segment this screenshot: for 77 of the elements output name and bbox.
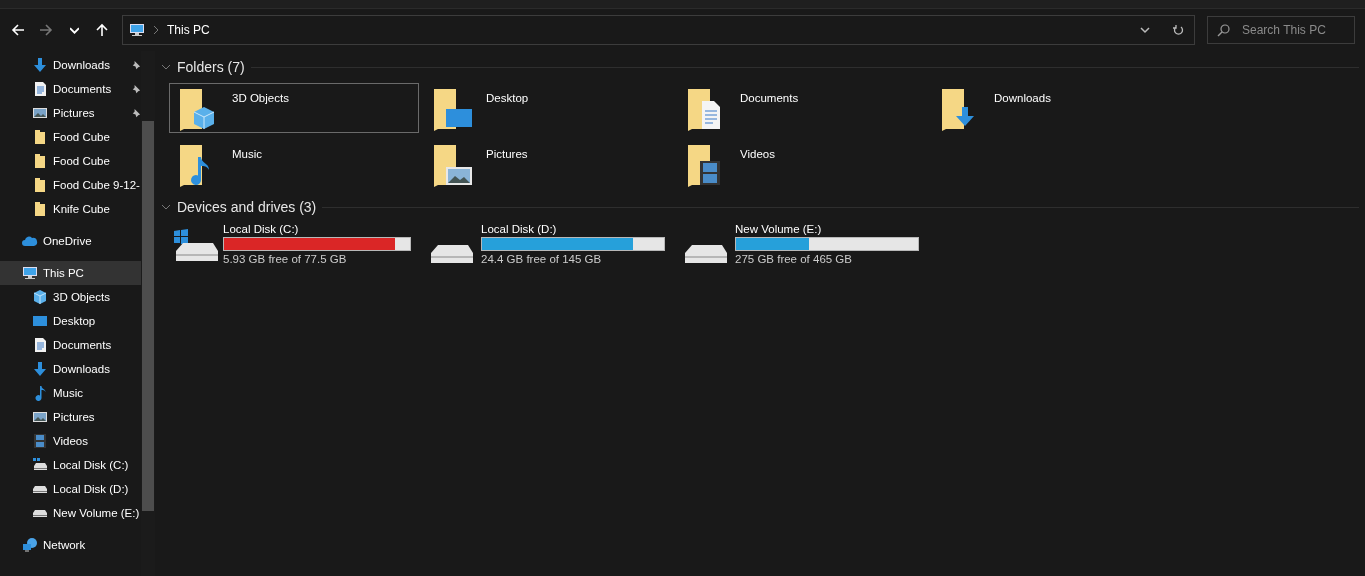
drive-icon	[431, 245, 473, 263]
chevron-down-icon	[69, 26, 79, 34]
sidebar-item[interactable]: Downloads	[0, 357, 141, 381]
folder-tile[interactable]: Documents	[677, 83, 927, 133]
film-icon	[32, 433, 48, 449]
drive-name: Local Disk (C:)	[223, 223, 300, 235]
drive-name: New Volume (E:)	[735, 223, 823, 235]
dropdown-icon[interactable]	[1140, 25, 1150, 35]
pin-icon	[130, 83, 141, 95]
free-space-text: 5.93 GB free of 77.5 GB	[223, 253, 348, 265]
sidebar-item[interactable]: Local Disk (C:)	[0, 453, 141, 477]
drive-icon	[173, 229, 219, 263]
search-icon	[1217, 24, 1230, 37]
cube-icon	[32, 289, 48, 305]
sidebar-item[interactable]: Food Cube	[0, 149, 141, 173]
collapse-chevron-icon[interactable]	[161, 202, 171, 212]
pin-icon	[130, 107, 141, 119]
sidebar-item[interactable]: OneDrive	[0, 229, 141, 253]
section-header[interactable]: Folders (7)	[177, 59, 245, 75]
free-space-text: 24.4 GB free of 145 GB	[481, 253, 603, 265]
download-arrow-icon	[32, 57, 48, 73]
sidebar-item[interactable]: Food Cube 9-12-	[0, 173, 141, 197]
document-icon	[32, 81, 48, 97]
drive-icon	[685, 245, 727, 263]
sidebar-item[interactable]: Music	[0, 381, 141, 405]
forward-arrow-icon	[39, 23, 53, 37]
drive-tile[interactable]: Local Disk (C:) 5.93 GB free of 77.5 GB	[173, 223, 411, 265]
document-icon	[32, 337, 48, 353]
section-header[interactable]: Devices and drives (3)	[177, 199, 317, 215]
folder-icon	[32, 201, 48, 217]
scrollbar-thumb[interactable]	[142, 121, 154, 511]
collapse-chevron-icon[interactable]	[161, 62, 171, 72]
folder-tile[interactable]: Downloads	[931, 83, 1181, 133]
download-arrow-icon	[32, 361, 48, 377]
sidebar-item[interactable]: Food Cube	[0, 125, 141, 149]
picture-icon	[32, 105, 48, 121]
folder-tile[interactable]: Desktop	[423, 83, 673, 133]
sidebar-item[interactable]: This PC	[0, 261, 141, 285]
folder-tile[interactable]: Pictures	[423, 139, 673, 189]
sidebar-item[interactable]: Pictures	[0, 101, 141, 125]
folder-icon	[432, 143, 472, 187]
drive-icon	[32, 457, 48, 473]
picture-icon	[32, 409, 48, 425]
sidebar-item[interactable]: Knife Cube	[0, 197, 141, 221]
computer-icon	[22, 265, 38, 281]
folder-icon	[432, 87, 472, 131]
sidebar-item[interactable]: Local Disk (D:)	[0, 477, 141, 501]
folder-icon	[32, 177, 48, 193]
refresh-icon[interactable]	[1172, 24, 1184, 36]
network-icon	[22, 537, 38, 553]
drive-name: Local Disk (D:)	[481, 223, 558, 235]
folder-tile[interactable]: Videos	[677, 139, 927, 189]
chevron-icon	[151, 25, 161, 35]
pin-icon	[130, 59, 141, 71]
sidebar-item[interactable]: Videos	[0, 429, 141, 453]
sidebar-item[interactable]: Documents	[0, 333, 141, 357]
back-arrow-icon	[11, 23, 25, 37]
up-arrow-icon	[95, 23, 109, 37]
desktop-icon	[32, 313, 48, 329]
sidebar-item[interactable]: Documents	[0, 77, 141, 101]
sidebar-item[interactable]: Desktop	[0, 309, 141, 333]
sidebar-item[interactable]: New Volume (E:)	[0, 501, 141, 525]
sidebar-item[interactable]: 3D Objects	[0, 285, 141, 309]
address-bar[interactable]: This PC	[122, 15, 1195, 45]
breadcrumb[interactable]: This PC	[167, 23, 210, 37]
folder-tile[interactable]: Music	[169, 139, 419, 189]
drive-tile[interactable]: Local Disk (D:) 24.4 GB free of 145 GB	[427, 223, 665, 265]
free-space-text: 275 GB free of 465 GB	[735, 253, 853, 265]
sidebar-item[interactable]: Pictures	[0, 405, 141, 429]
folder-tile[interactable]: 3D Objects	[169, 83, 419, 133]
folder-icon	[32, 153, 48, 169]
folder-icon	[32, 129, 48, 145]
sidebar-item[interactable]: Downloads	[0, 53, 141, 77]
drive-tile[interactable]: New Volume (E:) 275 GB free of 465 GB	[681, 223, 919, 265]
search-field[interactable]: Search This PC	[1207, 16, 1355, 44]
sidebar-item[interactable]: Network	[0, 533, 141, 557]
computer-icon	[129, 22, 145, 38]
